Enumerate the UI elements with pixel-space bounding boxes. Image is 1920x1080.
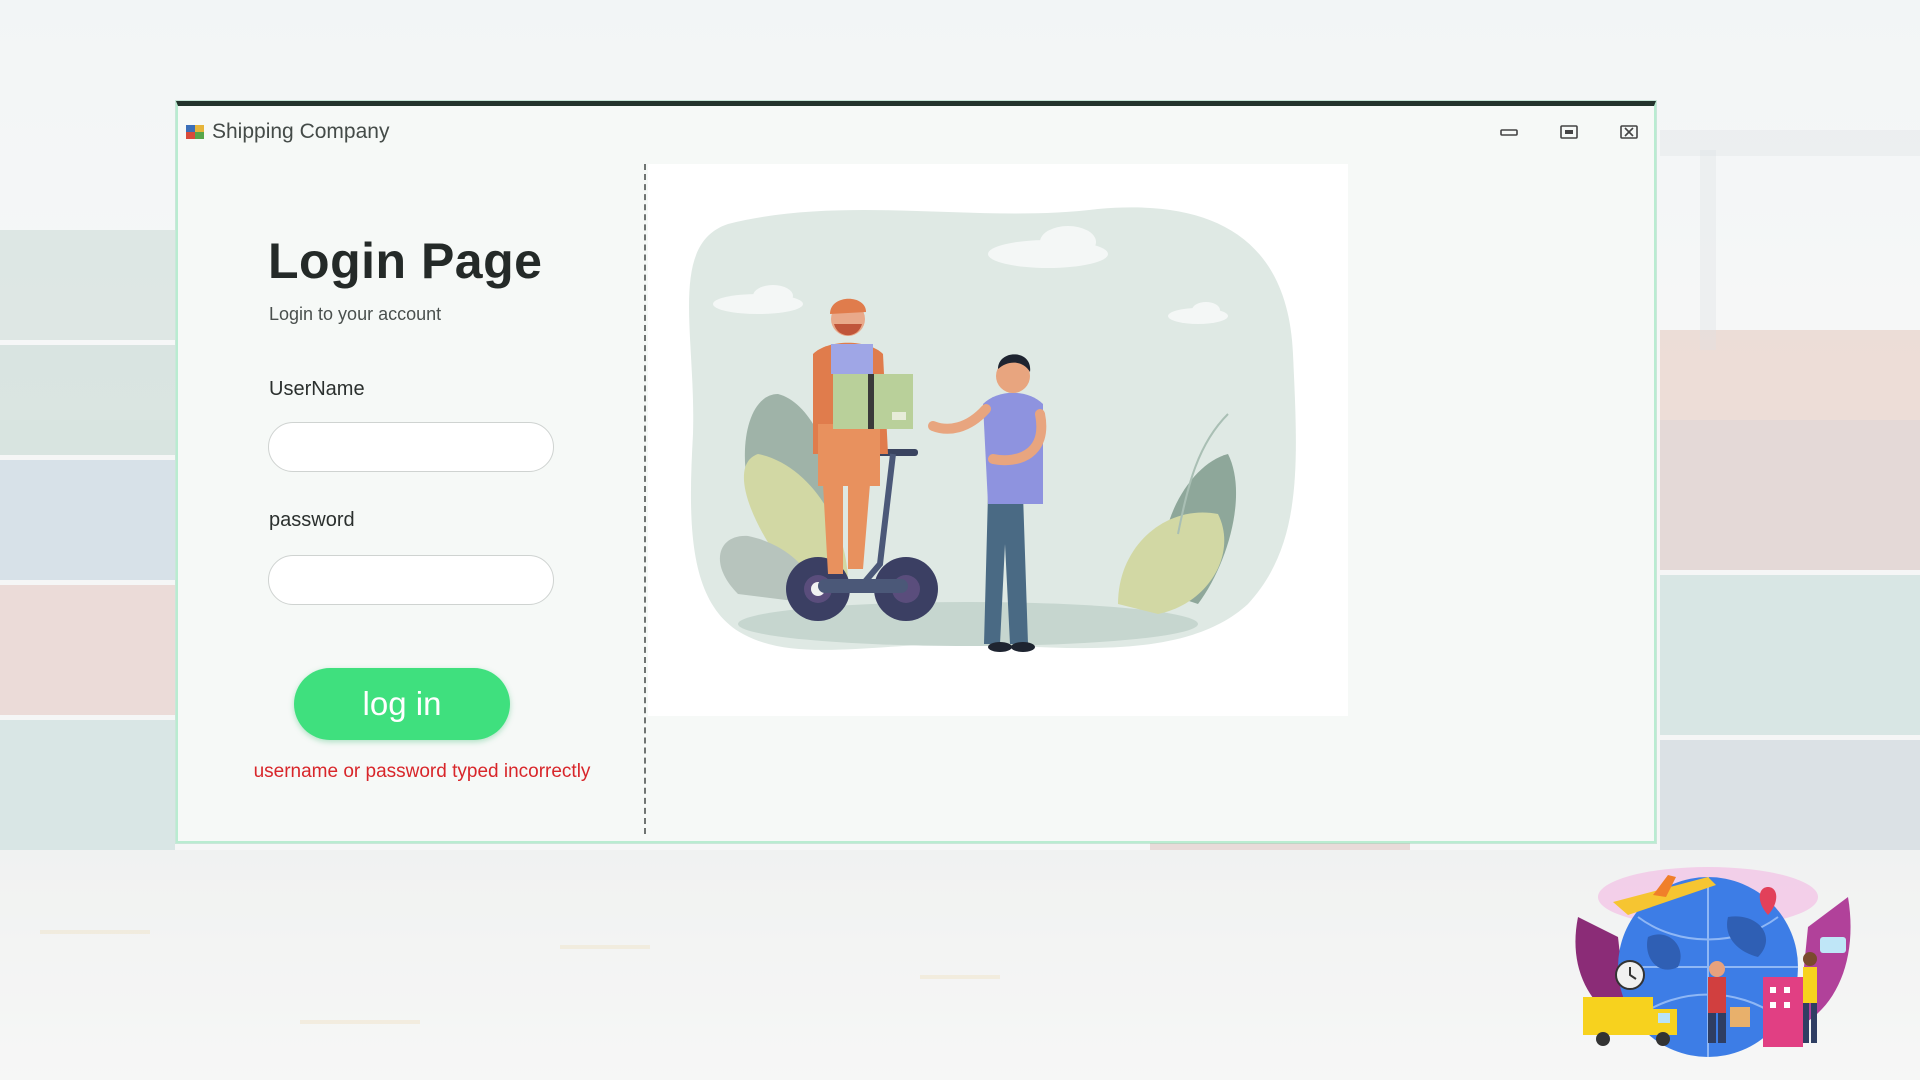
courier-shirt bbox=[818, 424, 880, 486]
close-button[interactable] bbox=[1612, 118, 1646, 146]
password-label: password bbox=[269, 509, 355, 531]
username-label: UserName bbox=[269, 378, 365, 400]
page-title: Login Page bbox=[268, 233, 543, 289]
maximize-button[interactable] bbox=[1552, 118, 1586, 146]
maximize-icon bbox=[1560, 125, 1578, 139]
building-icon bbox=[1763, 977, 1803, 1047]
window-title: Shipping Company bbox=[212, 120, 390, 143]
error-message: username or password typed incorrectly bbox=[253, 761, 591, 782]
logistics-globe-emblem bbox=[1575, 867, 1851, 1057]
minimize-button[interactable] bbox=[1492, 118, 1526, 146]
minimize-icon bbox=[1500, 129, 1518, 136]
cart-badge bbox=[1820, 937, 1846, 953]
page-subtitle: Login to your account bbox=[269, 304, 442, 324]
delivery-illustration bbox=[689, 207, 1296, 652]
password-input[interactable] bbox=[268, 555, 554, 605]
illustration-panel bbox=[648, 164, 1348, 716]
app-icon bbox=[186, 125, 204, 139]
username-input[interactable] bbox=[268, 422, 554, 472]
parcel-box bbox=[831, 344, 873, 374]
panel-divider bbox=[644, 164, 646, 834]
login-window: Shipping Company Login Page Login to you… bbox=[176, 101, 1656, 843]
close-icon bbox=[1620, 125, 1638, 139]
title-bar[interactable]: Shipping Company bbox=[178, 106, 1654, 158]
login-button[interactable]: log in bbox=[294, 668, 510, 740]
scooter-base bbox=[818, 579, 908, 593]
